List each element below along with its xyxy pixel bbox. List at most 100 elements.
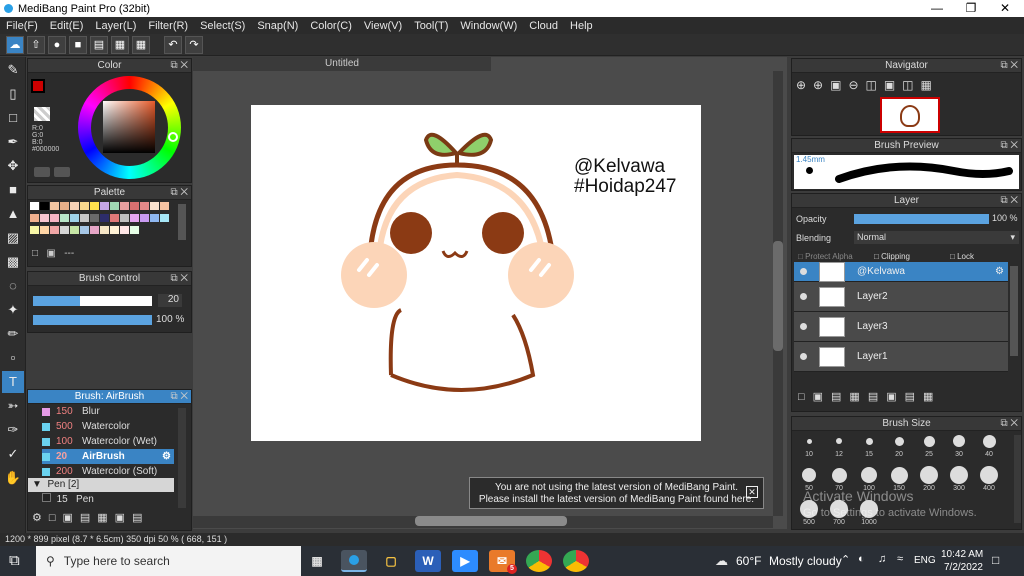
blending-select[interactable]: Normal ▾ [854,231,1019,244]
palette-swatch[interactable] [60,202,69,210]
menu-file[interactable]: File(F) [0,20,44,32]
rectangle-tool-icon[interactable]: □ [2,107,24,129]
color-history-button[interactable] [54,167,70,177]
palette-swatch[interactable] [70,226,79,234]
select-tool-icon[interactable]: ▩ [2,251,24,273]
brush-size-option[interactable]: 12 [826,431,852,463]
palette-swatch[interactable] [90,214,99,222]
brush-item[interactable]: 500 Watercolor [42,419,174,434]
comment-icon[interactable]: ● [48,35,66,54]
undo-icon[interactable]: ↶ [164,35,182,54]
palette-swatch[interactable] [120,214,129,222]
panel-close-icon[interactable]: ⧉ ✕ [1000,417,1018,431]
brush-opacity-value[interactable]: 100 % [156,314,184,325]
lasso-tool-icon[interactable]: ◌ [2,275,24,297]
palette-swatch[interactable] [120,202,129,210]
zoom-icon[interactable]: ▶ [452,550,478,572]
menu-layer[interactable]: Layer(L) [89,20,142,32]
layer-name[interactable]: Layer2 [857,291,888,302]
palette-swatch[interactable] [60,226,69,234]
brush-size-option[interactable]: 10 [796,431,822,463]
taskbar-search[interactable]: ⚲ Type here to search [36,546,301,576]
brush-size-option[interactable]: 30 [946,431,972,463]
menu-tool[interactable]: Tool(T) [408,20,454,32]
brush-size-option[interactable]: 400 [976,465,1002,497]
select-pen-tool-icon[interactable]: ✏ [2,323,24,345]
palette-swatch[interactable] [90,226,99,234]
canvas-horizontal-scrollbar[interactable] [193,516,773,528]
layer-row[interactable]: @Kelvawa ⚙ [794,262,1008,282]
panel-close-icon[interactable]: ⧉ ✕ [170,186,188,200]
layer-name[interactable]: Layer3 [857,321,888,332]
gear-icon[interactable]: ⚙ [995,266,1008,277]
close-icon[interactable]: ✕ [988,0,1022,17]
layer-row[interactable]: Layer3 [794,312,1008,342]
notification-close-icon[interactable]: ✕ [746,486,758,498]
brush-size-option[interactable]: 40 [976,431,1002,463]
foreground-color-swatch[interactable] [31,79,45,93]
bucket-tool-icon[interactable]: ▲ [2,203,24,225]
brush-size-scrollbar[interactable] [1014,435,1021,523]
grid-icon[interactable]: ▦ [132,35,150,54]
windows-start-icon[interactable]: ⧉ [9,552,20,569]
palette-swatch[interactable] [140,202,149,210]
update-notification[interactable]: You are not using the latest version of … [469,477,764,509]
palette-swatch[interactable] [150,202,159,210]
gear-icon[interactable]: ⚙ [162,449,174,464]
palette-swatch[interactable] [40,202,49,210]
medibang-taskbar-icon[interactable] [341,550,367,572]
clock-time[interactable]: 10:42 AM [941,549,983,560]
panel-close-icon[interactable]: ⧉ ✕ [170,272,188,286]
palette-swatch[interactable] [130,214,139,222]
visibility-eye-icon[interactable] [800,293,807,300]
palette-swatch[interactable] [100,226,109,234]
palette-add-icon[interactable]: □ [32,248,38,259]
canvas-paper[interactable]: @Kelvawa #Hoidap247 [251,105,701,441]
palette-swatch[interactable] [140,214,149,222]
weather-desc[interactable]: Mostly cloudy [769,554,842,568]
navigator-thumbnail[interactable] [880,97,940,133]
palette-swatch[interactable] [80,202,89,210]
brush-item[interactable]: 150 Blur [42,404,174,419]
palette-swatch[interactable] [100,202,109,210]
layer-scrollbar[interactable] [1010,266,1018,356]
clipping-checkbox[interactable]: □ Clipping [874,252,910,261]
palette-swatch[interactable] [40,214,49,222]
layer-name[interactable]: Layer1 [857,351,888,362]
palette-swatch[interactable] [70,214,79,222]
palette-swatch[interactable] [120,226,129,234]
text-tool-icon[interactable]: T [2,371,24,393]
layer-row[interactable]: Layer1 [794,342,1008,372]
brush-list-actions[interactable]: ⚙□▣▤▦▣▤ [32,511,149,524]
lock-checkbox[interactable]: □ Lock [950,252,974,261]
select-eraser-tool-icon[interactable]: ▫ [2,347,24,369]
move-tool-icon[interactable]: ✥ [2,155,24,177]
eyedropper-tool-icon[interactable]: ✑ [2,419,24,441]
menu-color[interactable]: Color(C) [304,20,358,32]
brush-opacity-slider[interactable] [33,315,152,325]
eraser-tool-icon[interactable]: ▯ [2,83,24,105]
brush-item[interactable]: 100 Watercolor (Wet) [42,434,174,449]
brush-list-scrollbar[interactable] [178,408,186,508]
fill-rect-tool-icon[interactable]: ■ [2,179,24,201]
layer-opacity-value[interactable]: 100 % [992,213,1018,223]
pages-icon[interactable]: ▦ [111,35,129,54]
palette-swatch[interactable] [50,214,59,222]
brush-size-slider[interactable] [33,296,152,306]
chrome-profile-icon[interactable] [563,550,589,572]
clock-date[interactable]: 7/2/2022 [944,562,983,573]
palette-swatch[interactable] [110,214,119,222]
palette-swatch[interactable] [50,226,59,234]
palette-swatch[interactable] [130,226,139,234]
saturation-square[interactable] [103,101,155,153]
menu-edit[interactable]: Edit(E) [44,20,90,32]
brush-size-option[interactable]: 15 [856,431,882,463]
layer-actions[interactable]: □▣▤▦▤▣▤▦ [798,390,941,403]
hue-marker[interactable] [168,132,178,142]
brush-tool-icon[interactable]: ✎ [2,59,24,81]
canvas-vertical-scrollbar[interactable] [773,71,783,516]
palette-swatch[interactable] [30,214,39,222]
palette-swatch[interactable] [60,214,69,222]
palette-delete-icon[interactable]: ▣ [46,248,55,259]
palette-swatch[interactable] [30,202,39,210]
